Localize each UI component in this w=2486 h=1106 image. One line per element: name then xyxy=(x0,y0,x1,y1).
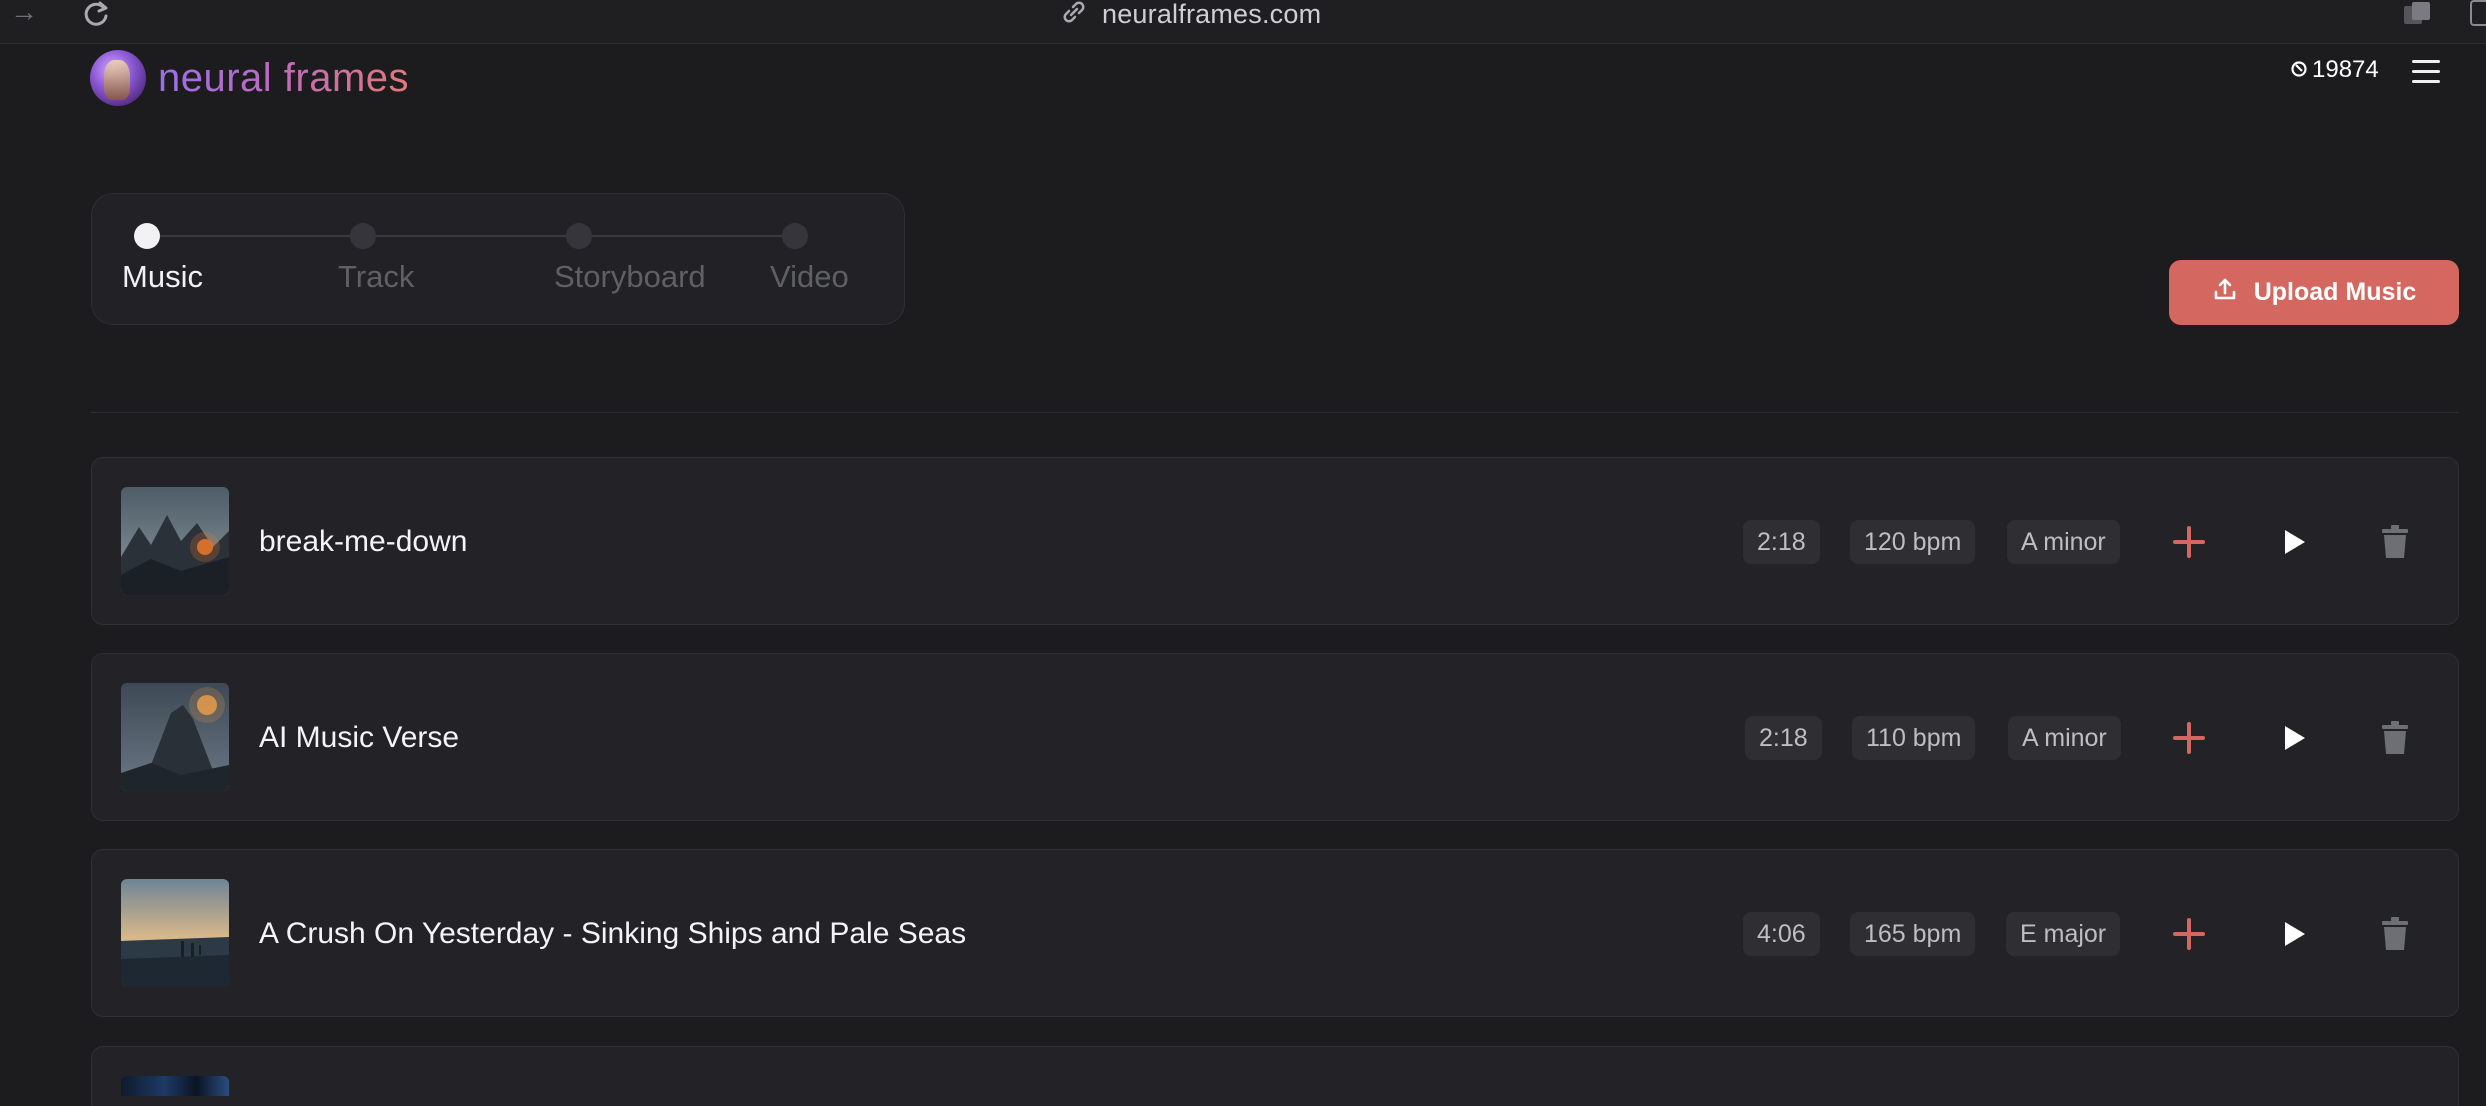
step-dot xyxy=(566,223,592,249)
track-duration: 2:18 xyxy=(1745,716,1822,760)
track-key: A minor xyxy=(2008,716,2121,760)
step-label: Track xyxy=(338,259,415,294)
extensions-icon[interactable] xyxy=(2402,0,2432,26)
reload-icon[interactable] xyxy=(82,0,118,28)
plus-icon[interactable] xyxy=(2165,910,2213,958)
track-row-partial[interactable] xyxy=(91,1046,2459,1106)
trash-icon[interactable] xyxy=(2371,910,2419,958)
track-row[interactable]: AI Music Verse 2:18 110 bpm A minor xyxy=(91,653,2459,821)
track-key: E major xyxy=(2006,912,2121,956)
play-icon[interactable] xyxy=(2270,714,2318,762)
credits-value: 19874 xyxy=(2312,56,2379,83)
track-thumbnail xyxy=(121,879,229,987)
play-icon[interactable] xyxy=(2270,518,2318,566)
forward-arrow-icon[interactable]: → xyxy=(10,0,46,26)
track-thumbnail xyxy=(121,1076,229,1096)
logo-avatar xyxy=(90,50,146,106)
link-icon xyxy=(1060,0,1088,31)
section-divider xyxy=(91,412,2459,413)
progress-stepper: Music Track Storyboard Video xyxy=(91,193,905,325)
step-music[interactable]: Music xyxy=(122,223,203,295)
track-thumbnail xyxy=(121,487,229,595)
track-bpm: 110 bpm xyxy=(1852,716,1976,760)
track-title: A Crush On Yesterday - Sinking Ships and… xyxy=(259,917,967,950)
track-list: break-me-down 2:18 120 bpm A minor AI Mu… xyxy=(91,457,2459,1045)
upload-icon xyxy=(2212,276,2238,309)
hamburger-menu-icon[interactable] xyxy=(2412,60,2440,84)
upload-label: Upload Music xyxy=(2253,278,2417,306)
credits-icon xyxy=(2290,56,2308,84)
play-icon[interactable] xyxy=(2270,910,2318,958)
address-bar[interactable]: neuralframes.com xyxy=(1060,0,1322,31)
step-label: Video xyxy=(770,259,849,294)
sidebar-toggle-icon[interactable] xyxy=(2470,0,2486,26)
track-title: AI Music Verse xyxy=(259,721,460,754)
track-bpm: 120 bpm xyxy=(1850,520,1976,564)
credits-counter: 19874 xyxy=(2290,56,2379,84)
step-video[interactable]: Video xyxy=(770,223,849,295)
step-track[interactable]: Track xyxy=(338,223,414,295)
track-thumbnail xyxy=(121,683,229,791)
brand-name: neural frames xyxy=(158,55,410,100)
step-label: Music xyxy=(122,259,203,294)
trash-icon[interactable] xyxy=(2371,714,2419,762)
url-text: neuralframes.com xyxy=(1102,0,1322,29)
trash-icon[interactable] xyxy=(2371,518,2419,566)
step-storyboard[interactable]: Storyboard xyxy=(554,223,706,295)
plus-icon[interactable] xyxy=(2165,518,2213,566)
track-duration: 2:18 xyxy=(1743,520,1820,564)
track-bpm: 165 bpm xyxy=(1850,912,1976,956)
upload-music-button[interactable]: Upload Music xyxy=(2169,260,2459,325)
step-dot xyxy=(350,223,376,249)
track-row[interactable]: A Crush On Yesterday - Sinking Ships and… xyxy=(91,849,2459,1017)
step-label: Storyboard xyxy=(554,259,706,294)
step-dot xyxy=(134,223,160,249)
track-title: break-me-down xyxy=(259,525,468,558)
track-row[interactable]: break-me-down 2:18 120 bpm A minor xyxy=(91,457,2459,625)
brand-logo[interactable]: neural frames xyxy=(90,50,409,106)
step-dot xyxy=(782,223,808,249)
track-duration: 4:06 xyxy=(1743,912,1820,956)
plus-icon[interactable] xyxy=(2165,714,2213,762)
browser-toolbar: → neuralframes.com xyxy=(0,0,2486,44)
track-key: A minor xyxy=(2007,520,2120,564)
